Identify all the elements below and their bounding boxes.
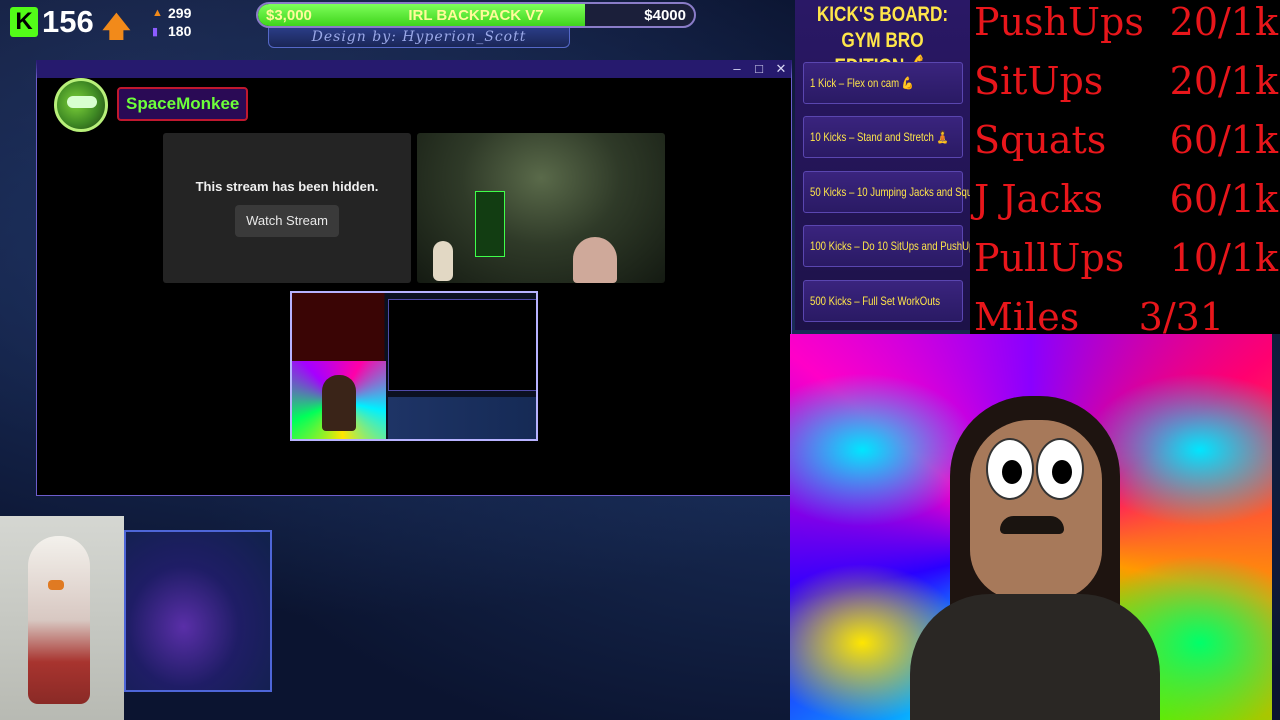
follower-count: 156	[42, 4, 94, 39]
streamer-shirt	[910, 594, 1160, 720]
hidden-stream-message: This stream has been hidden.	[195, 179, 379, 194]
avatar-eyes	[67, 96, 97, 108]
person-icon: ▲	[152, 7, 163, 19]
kick-item-label: 500 Kicks – Full Set WorkOuts	[810, 294, 941, 308]
streamer-face	[970, 420, 1102, 600]
workout-row: PushUps 20/1k	[974, 0, 1278, 60]
nested-stream-preview[interactable]	[290, 291, 538, 441]
kick-logo-icon: K	[10, 7, 38, 37]
workout-value: 60/1k	[1169, 177, 1278, 221]
kick-item-label: 10 Kicks – Stand and Stretch 🧘	[810, 130, 949, 144]
stream-thumbnail[interactable]	[417, 133, 665, 283]
workout-name: Squats	[974, 118, 1107, 162]
kick-item-label: 50 Kicks – 10 Jumping Jacks and Squats	[810, 185, 986, 199]
duck-figure	[433, 241, 453, 281]
credit-text: Design by: Hyperion_Scott	[311, 29, 527, 45]
hidden-stream-panel: This stream has been hidden. Watch Strea…	[163, 133, 411, 283]
pupil	[1002, 460, 1022, 484]
goal-title: IRL BACKPACK V7	[408, 7, 544, 24]
kick-item: 500 Kicks – Full Set WorkOuts	[803, 280, 963, 322]
character-beak	[48, 580, 64, 590]
kick-item: 50 Kicks – 10 Jumping Jacks and Squats	[803, 171, 986, 213]
minimize-icon[interactable]: –	[727, 60, 747, 78]
nested-webcam	[292, 361, 386, 439]
goal-bar: $3,000 IRL BACKPACK V7 $4000	[256, 2, 696, 28]
workout-value: 10/1k	[1169, 236, 1278, 280]
workout-name: SitUps	[974, 59, 1104, 103]
workout-value: 20/1k	[1169, 0, 1278, 44]
watch-stream-button[interactable]: Watch Stream	[235, 205, 339, 237]
webcam-feed	[790, 334, 1272, 720]
kick-item-label: 100 Kicks – Do 10 SitUps and PushUps	[810, 239, 980, 253]
workout-value: 20/1k	[1169, 59, 1278, 103]
up-arrow-icon: 🡅	[102, 10, 131, 43]
workout-value: 3/31	[1138, 295, 1224, 334]
green-screen-device	[475, 191, 505, 257]
channel-name[interactable]: SpaceMonkee	[117, 87, 249, 121]
browser-window: – □ ✕ SpaceMonkee This stream has been h…	[36, 60, 792, 496]
nested-window	[388, 299, 536, 391]
nested-face	[322, 375, 356, 431]
pupil	[1052, 460, 1072, 484]
workout-row: J Jacks 60/1k	[974, 177, 1278, 237]
nested-bottom-panel	[388, 397, 536, 439]
mustache	[1000, 516, 1064, 534]
credit-strip: Design by: Hyperion_Scott	[268, 28, 570, 48]
kick-item-label: 1 Kick – Flex on cam 💪	[810, 76, 914, 90]
workout-board: PushUps 20/1k SitUps 20/1k Squats 60/1k …	[970, 0, 1280, 334]
kicks-board: KICK'S BOARD: GYM BRO EDITION 💪 1 Kick –…	[795, 0, 986, 330]
workout-row: Miles 3/31	[974, 295, 1278, 334]
workout-row: SitUps 20/1k	[974, 59, 1278, 119]
bar-chart-icon: ▮	[152, 26, 159, 38]
workout-name: PushUps	[974, 0, 1144, 44]
kick-item: 10 Kicks – Stand and Stretch 🧘	[803, 116, 963, 158]
character-figure	[28, 536, 90, 704]
googly-eye-left	[986, 438, 1034, 500]
alert-box	[124, 530, 272, 692]
workout-name: Miles	[974, 295, 1080, 334]
close-icon[interactable]: ✕	[771, 60, 791, 78]
sub-count: 299	[168, 5, 192, 21]
workout-row: PullUps 10/1k	[974, 236, 1278, 296]
kick-item: 100 Kicks – Do 10 SitUps and PushUps	[803, 225, 980, 267]
avatar[interactable]	[54, 78, 108, 132]
workout-name: J Jacks	[974, 177, 1104, 221]
kick-item: 1 Kick – Flex on cam 💪	[803, 62, 963, 104]
character-card	[0, 516, 124, 720]
streamer-figure	[573, 237, 617, 283]
workout-name: PullUps	[974, 236, 1125, 280]
googly-eye-right	[1036, 438, 1084, 500]
kicks-title-line1: KICK'S BOARD: GYM BRO	[816, 3, 949, 52]
goal-target: $4000	[644, 7, 686, 24]
workout-row: Squats 60/1k	[974, 118, 1278, 178]
maximize-icon[interactable]: □	[749, 60, 769, 78]
viewer-count: 180	[168, 23, 192, 39]
workout-value: 60/1k	[1169, 118, 1278, 162]
